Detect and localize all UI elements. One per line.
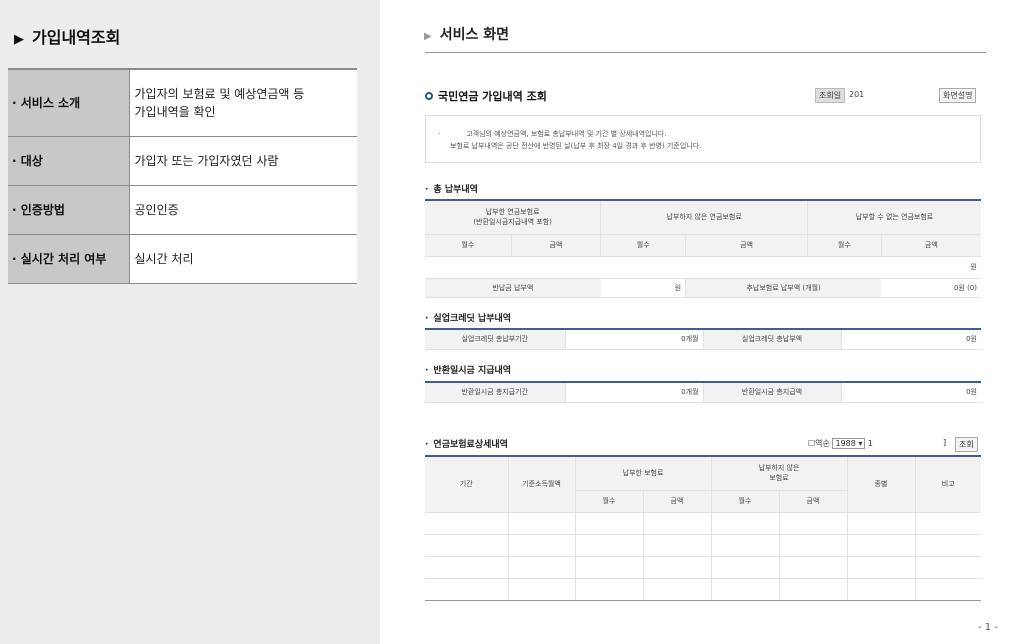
total-payment-table: 납부한 연금보험료 (반환일시금지급내역 포함) 납부하지 않은 연금보험료 납부… <box>425 199 981 298</box>
refund-label: 반납금 납부액 <box>425 278 601 298</box>
info-value: 실시간 처리 <box>128 234 357 284</box>
info-value: 가입자 또는 가입자였던 사람 <box>128 136 357 186</box>
header-unpaid: 납부하지 않은 연금보험료 <box>600 199 808 235</box>
search-button[interactable]: 조회 <box>955 437 978 452</box>
makeup-label: 추납보험료 납부액 (개월) <box>685 278 882 298</box>
info-row-realtime: · 실시간 처리 여부 실시간 처리 <box>8 234 357 284</box>
header-paid: 납부한 연금보험료 (반환일시금지급내역 포함) <box>425 199 601 235</box>
left-title: ▶ 가입내역조회 <box>14 28 121 47</box>
info-row-auth: · 인증방법 공인인증 <box>8 185 357 235</box>
month-input[interactable]: 1 <box>868 439 873 448</box>
query-date-value: 201 <box>849 90 865 99</box>
section-unemployment-credit: · 실업크레딧 납부내역 <box>425 314 512 324</box>
circle-bullet-icon <box>425 92 433 100</box>
refund-value: 원 <box>600 278 686 298</box>
unit-label: 원 <box>425 256 981 279</box>
section-premium-detail: · 연금보험료상세내역 <box>425 440 508 450</box>
divider <box>425 52 986 53</box>
section-total-payment: · 총 납부내역 <box>425 185 478 195</box>
info-label: · 서비스 소개 <box>8 69 129 137</box>
left-panel: ▶ 가입내역조회 · 서비스 소개 가입자의 보험료 및 예상연금액 등 가입내역… <box>0 0 380 644</box>
triangle-icon: ▶ <box>424 31 432 42</box>
info-value: 공인인증 <box>128 185 357 235</box>
bracket-mark: ] <box>943 438 947 447</box>
table-row <box>425 512 981 535</box>
info-label: · 실시간 처리 여부 <box>8 234 129 284</box>
table-row <box>425 534 981 557</box>
reverse-order-control[interactable]: ☐역순 1988 ▾ 1 <box>808 438 873 449</box>
right-panel: ▶ 서비스 화면 국민연금 가입내역 조회 조회일 201 화면설명 · 고객님의 … <box>380 0 1017 644</box>
header-unpayable: 납부할 수 없는 연금보험료 <box>807 199 981 235</box>
info-row-target: · 대상 가입자 또는 가입자였던 사람 <box>8 136 357 186</box>
table-row <box>425 556 981 579</box>
table-row <box>425 578 981 601</box>
info-label: · 인증방법 <box>8 185 129 235</box>
help-button[interactable]: 화면설명 <box>939 88 977 103</box>
notice-box: · 고객님의 예상연금액, 보험료 총납부내역 및 기간 별 상세내역입니다. 보… <box>425 115 981 163</box>
info-value: 가입자의 보험료 및 예상연금액 등 가입내역을 확인 <box>128 69 357 137</box>
makeup-value: 0원 (0) <box>881 278 981 298</box>
query-date-label: 조회일 <box>815 88 846 103</box>
info-table: · 서비스 소개 가입자의 보험료 및 예상연금액 등 가입내역을 확인 · 대… <box>8 68 357 284</box>
triangle-icon: ▶ <box>14 32 24 47</box>
service-title: ▶ 서비스 화면 <box>424 27 509 43</box>
info-label: · 대상 <box>8 136 129 186</box>
lump-sum-refund-table: 반환일시금 총지급기간 0개월 반환일시금 총지급액 0원 <box>425 381 981 403</box>
premium-detail-table: 기간 기준소득월액 납부한 보험료 납부하지 않은 보험료 종별 비고 월수 금액… <box>425 455 981 601</box>
page-number: - 1 - <box>978 622 998 633</box>
section-lump-sum-refund: · 반환일시금 지급내역 <box>425 366 512 376</box>
info-row-service: · 서비스 소개 가입자의 보험료 및 예상연금액 등 가입내역을 확인 <box>8 69 357 137</box>
doc-title: 국민연금 가입내역 조회 <box>425 88 547 104</box>
unemployment-credit-table: 실업크레딧 총납부기간 0개월 실업크레딧 총납부액 0원 <box>425 328 981 350</box>
year-select[interactable]: 1988 ▾ <box>832 438 866 449</box>
